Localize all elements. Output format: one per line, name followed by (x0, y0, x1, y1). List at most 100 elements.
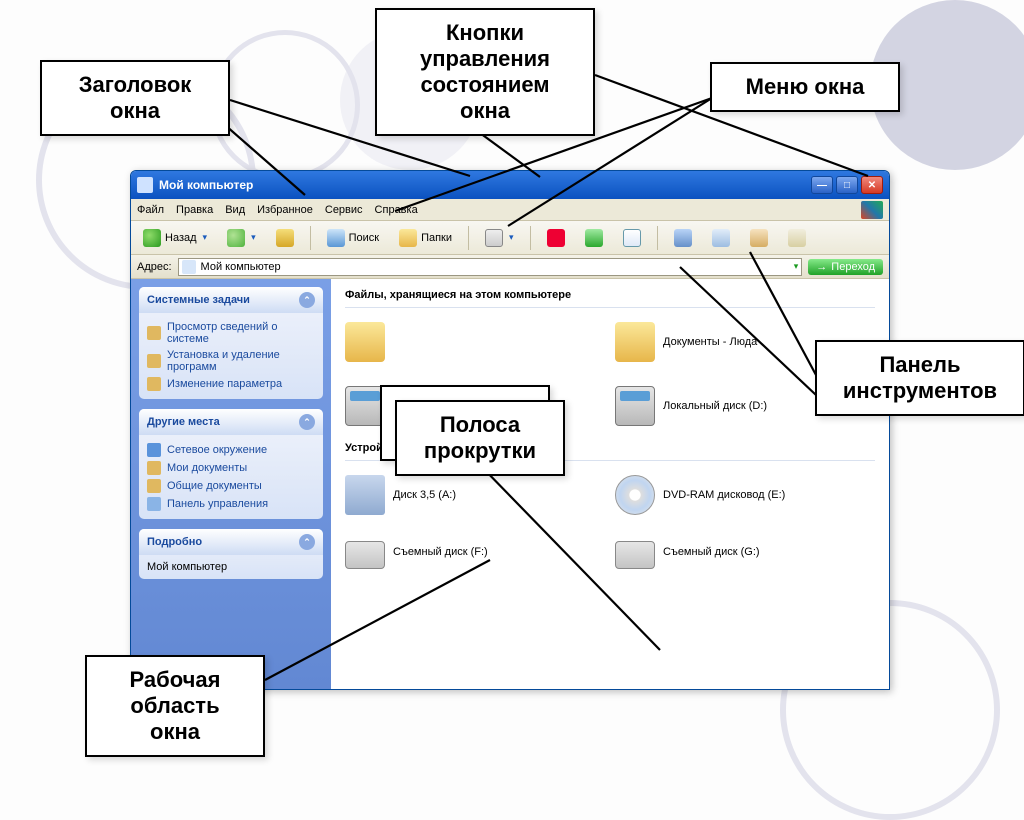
close-button[interactable]: ✕ (861, 176, 883, 194)
drive-item[interactable]: DVD-RAM дисковод (E:) (615, 475, 845, 515)
panel-title: Системные задачи (147, 294, 250, 306)
search-icon (327, 229, 345, 247)
address-dropdown-icon[interactable]: ▾ (794, 261, 799, 272)
content-area[interactable]: Файлы, хранящиеся на этом компьютере Док… (331, 279, 889, 689)
address-icon (182, 260, 196, 274)
window-title: Мой компьютер (159, 178, 253, 192)
drive-item[interactable]: Съемный диск (G:) (615, 535, 845, 569)
callout-scrollbar: Полосапрокрутки (395, 400, 565, 476)
sidebar: Системные задачи ⌃ Просмотр сведений о си… (131, 279, 331, 689)
hdd-icon (615, 386, 655, 426)
folders-icon (399, 229, 417, 247)
address-label: Адрес: (137, 261, 172, 273)
minimize-button[interactable]: — (811, 176, 833, 194)
folder-item[interactable] (345, 322, 575, 362)
info-icon (147, 326, 161, 340)
item-label: Съемный диск (G:) (663, 546, 760, 558)
sidebar-panel-details: Подробно ⌃ Мой компьютер (139, 529, 323, 579)
panel-title: Подробно (147, 536, 202, 548)
sidebar-link[interactable]: Общие документы (147, 477, 315, 495)
folder-item[interactable]: Документы - Люда (615, 322, 845, 362)
sidebar-link[interactable]: Мои документы (147, 459, 315, 477)
cut-button[interactable] (668, 225, 698, 251)
drive-item[interactable]: Съемный диск (F:) (345, 535, 575, 569)
item-label: DVD-RAM дисковод (E:) (663, 489, 785, 501)
item-label: Съемный диск (F:) (393, 546, 488, 558)
up-button[interactable] (270, 225, 300, 251)
copy-button[interactable] (706, 225, 736, 251)
removable-icon (615, 541, 655, 569)
network-icon (147, 443, 161, 457)
toolbar: Назад▾ ▾ Поиск Папки ▾ (131, 221, 889, 255)
control-panel-icon (147, 497, 161, 511)
options-icon (788, 229, 806, 247)
forward-button[interactable]: ▾ (221, 225, 262, 251)
group-header: Файлы, хранящиеся на этом компьютере (345, 289, 875, 305)
paste-button[interactable] (744, 225, 774, 251)
menu-file[interactable]: Файл (137, 204, 164, 216)
callout-window-controls: Кнопкиуправлениясостояниемокна (375, 8, 595, 136)
sidebar-link[interactable]: Просмотр сведений о системе (147, 319, 315, 347)
shared-docs-icon (147, 479, 161, 493)
callout-toolbar: Панельинструментов (815, 340, 1024, 416)
folder-icon (345, 322, 385, 362)
cut-icon (674, 229, 692, 247)
up-icon (276, 229, 294, 247)
menu-favorites[interactable]: Избранное (257, 204, 313, 216)
check-icon (623, 229, 641, 247)
panel-body: Мой компьютер (139, 555, 323, 579)
go-button[interactable]: → Переход (808, 259, 883, 275)
collapse-icon[interactable]: ⌃ (299, 414, 315, 430)
views-icon (485, 229, 503, 247)
item-label: Документы - Люда (663, 336, 757, 348)
menu-edit[interactable]: Правка (176, 204, 213, 216)
sidebar-link[interactable]: Панель управления (147, 495, 315, 513)
item-label: Локальный диск (D:) (663, 400, 767, 412)
folder-icon (615, 322, 655, 362)
menu-tools[interactable]: Сервис (325, 204, 363, 216)
delete-button[interactable] (541, 225, 571, 251)
back-icon (143, 229, 161, 247)
sidebar-link[interactable]: Установка и удаление программ (147, 347, 315, 375)
documents-icon (147, 461, 161, 475)
options-button[interactable] (782, 225, 812, 251)
folders-button[interactable]: Папки (393, 225, 458, 251)
bg-circle (210, 30, 360, 180)
title-bar[interactable]: Мой компьютер — □ ✕ (131, 171, 889, 199)
undo-button[interactable] (579, 225, 609, 251)
callout-workarea: Рабочаяобластьокна (85, 655, 265, 757)
install-icon (147, 354, 161, 368)
callout-titlebar: Заголовококна (40, 60, 230, 136)
drive-item[interactable]: Локальный диск (D:) (615, 386, 845, 426)
copy-icon (712, 229, 730, 247)
maximize-button[interactable]: □ (836, 176, 858, 194)
collapse-icon[interactable]: ⌃ (299, 534, 315, 550)
back-button[interactable]: Назад▾ (137, 225, 213, 251)
windows-flag-icon (861, 201, 883, 219)
menu-bar: Файл Правка Вид Избранное Сервис Справка (131, 199, 889, 221)
collapse-icon[interactable]: ⌃ (299, 292, 315, 308)
address-bar: Адрес: ▾ → Переход (131, 255, 889, 279)
menu-view[interactable]: Вид (225, 204, 245, 216)
undo-icon (585, 229, 603, 247)
address-input[interactable] (178, 258, 803, 276)
menu-help[interactable]: Справка (375, 204, 418, 216)
sidebar-link[interactable]: Сетевое окружение (147, 441, 315, 459)
cd-icon (615, 475, 655, 515)
item-label: Диск 3,5 (A:) (393, 489, 456, 501)
panel-title: Другие места (147, 416, 220, 428)
floppy-icon (345, 475, 385, 515)
sidebar-panel-system: Системные задачи ⌃ Просмотр сведений о си… (139, 287, 323, 399)
properties-button[interactable] (617, 225, 647, 251)
paste-icon (750, 229, 768, 247)
settings-icon (147, 377, 161, 391)
hdd-icon (345, 386, 385, 426)
delete-icon (547, 229, 565, 247)
views-button[interactable]: ▾ (479, 225, 520, 251)
sidebar-panel-places: Другие места ⌃ Сетевое окружение Мои доку… (139, 409, 323, 519)
sidebar-link[interactable]: Изменение параметра (147, 375, 315, 393)
search-button[interactable]: Поиск (321, 225, 385, 251)
drive-item[interactable]: Диск 3,5 (A:) (345, 475, 575, 515)
forward-icon (227, 229, 245, 247)
computer-icon (137, 177, 153, 193)
